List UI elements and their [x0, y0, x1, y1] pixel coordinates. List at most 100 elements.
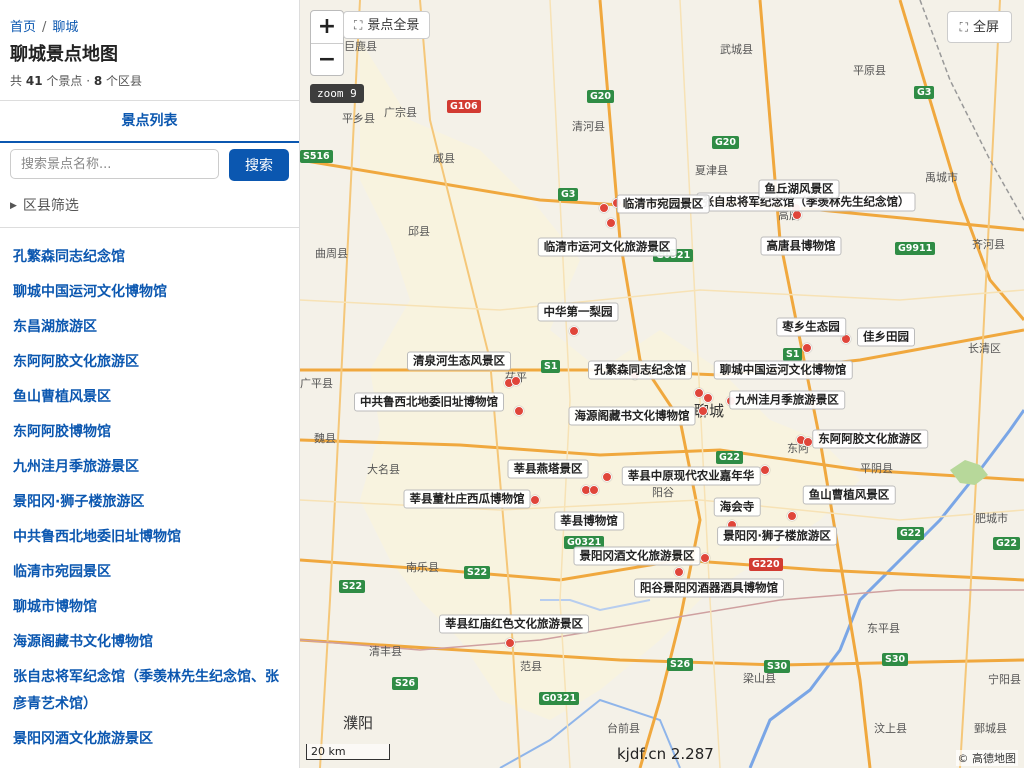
- list-item[interactable]: 中共鲁西北地委旧址博物馆: [0, 524, 299, 551]
- poi-label[interactable]: 莘县董杜庄西瓜博物馆: [403, 489, 531, 509]
- zoom-in-button[interactable]: +: [311, 11, 343, 43]
- list-item[interactable]: 景阳冈酒文化旅游景区: [0, 726, 299, 753]
- poi-marker[interactable]: [569, 326, 579, 336]
- breadcrumb-home-link[interactable]: 首页: [10, 20, 36, 35]
- overview-button[interactable]: ⛶ 景点全景: [343, 11, 431, 39]
- fullscreen-button-label: 全屏: [972, 20, 999, 35]
- poi-marker[interactable]: [514, 406, 524, 416]
- tab-bar: 景点列表: [0, 100, 299, 143]
- road-shield: G20: [712, 136, 740, 149]
- poi-marker[interactable]: [599, 203, 609, 213]
- poi-marker[interactable]: [511, 376, 521, 386]
- poi-label[interactable]: 佳乡田园: [857, 327, 915, 347]
- district-filter-toggle[interactable]: ▶ 区县筛选: [10, 195, 79, 215]
- search-button[interactable]: 搜索: [229, 149, 289, 181]
- road-shield: G3: [558, 188, 579, 201]
- poi-label[interactable]: 海源阁藏书文化博物馆: [568, 406, 696, 426]
- poi-marker[interactable]: [602, 472, 612, 482]
- poi-label[interactable]: 聊城中国运河文化博物馆: [713, 360, 853, 380]
- road-shield: G220: [749, 558, 783, 571]
- expand-icon: ⛶: [354, 18, 363, 32]
- road-shield: S1: [783, 348, 803, 361]
- list-item[interactable]: 东昌湖旅游区: [0, 314, 299, 341]
- place-name: 东平县: [867, 622, 900, 635]
- road-shield: G20: [587, 90, 615, 103]
- place-name: 宁阳县: [988, 673, 1021, 686]
- place-name: 大名县: [367, 463, 400, 476]
- tab-spot-list[interactable]: 景点列表: [0, 101, 299, 141]
- poi-label[interactable]: 临清市宛园景区: [616, 194, 710, 214]
- road-shield: S22: [464, 566, 491, 579]
- breadcrumb-current-link[interactable]: 聊城: [52, 20, 78, 35]
- list-item[interactable]: 九州洼月季旅游景区: [0, 454, 299, 481]
- breadcrumb-separator: /: [42, 20, 47, 35]
- place-name: 平原县: [853, 64, 886, 77]
- zoom-out-button[interactable]: −: [311, 43, 343, 76]
- poi-marker[interactable]: [792, 210, 802, 220]
- spot-list: 孔繁森同志纪念馆 聊城中国运河文化博物馆 东昌湖旅游区 东阿阿胶文化旅游区 鱼山…: [0, 244, 299, 761]
- poi-marker[interactable]: [787, 511, 797, 521]
- list-item[interactable]: 鱼山曹植风景区: [0, 384, 299, 411]
- place-name: 肥城市: [975, 512, 1008, 525]
- poi-label[interactable]: 临清市运河文化旅游景区: [537, 237, 677, 257]
- poi-marker[interactable]: [530, 495, 540, 505]
- zoom-control: + −: [310, 10, 344, 76]
- list-item[interactable]: 临清市宛园景区: [0, 559, 299, 586]
- list-item[interactable]: 张自忠将军纪念馆（季羡林先生纪念馆、张彦青艺术馆）: [0, 664, 299, 718]
- poi-label[interactable]: 清泉河生态风景区: [407, 351, 511, 371]
- spots-unit: 个景点 ·: [46, 74, 91, 88]
- poi-label[interactable]: 莘县燕塔景区: [507, 459, 589, 479]
- poi-label[interactable]: 中共鲁西北地委旧址博物馆: [354, 392, 504, 412]
- road-shield: S30: [764, 660, 791, 673]
- poi-label[interactable]: 东阿阿胶文化旅游区: [812, 429, 928, 449]
- poi-label[interactable]: 高唐县博物馆: [760, 236, 842, 256]
- spots-count: 41: [25, 74, 43, 88]
- poi-label[interactable]: 中华第一梨园: [537, 302, 619, 322]
- poi-label[interactable]: 鱼丘湖风景区: [758, 179, 840, 199]
- place-name: 南乐县: [406, 561, 439, 574]
- search-input[interactable]: [10, 149, 219, 179]
- poi-label[interactable]: 枣乡生态园: [776, 317, 846, 337]
- stats-prefix: 共: [10, 74, 23, 88]
- divider: [0, 227, 299, 228]
- poi-label[interactable]: 莘县中原现代农业嘉年华: [621, 466, 761, 486]
- poi-label[interactable]: 景阳冈酒文化旅游景区: [573, 546, 701, 566]
- poi-marker[interactable]: [703, 393, 713, 403]
- list-item[interactable]: 东阿阿胶博物馆: [0, 419, 299, 446]
- list-item[interactable]: 景阳冈·狮子楼旅游区: [0, 489, 299, 516]
- map-copyright: © 高德地图: [955, 750, 1018, 766]
- place-name: 曲周县: [315, 247, 348, 260]
- poi-marker[interactable]: [760, 465, 770, 475]
- road-shield: S26: [392, 677, 419, 690]
- poi-label[interactable]: 九州洼月季旅游景区: [729, 390, 845, 410]
- poi-marker[interactable]: [700, 553, 710, 563]
- poi-marker[interactable]: [589, 485, 599, 495]
- poi-label[interactable]: 莘县博物馆: [554, 511, 624, 531]
- poi-label[interactable]: 鱼山曹植风景区: [802, 485, 896, 505]
- list-item[interactable]: 孔繁森同志纪念馆: [0, 244, 299, 271]
- list-item[interactable]: 聊城市博物馆: [0, 594, 299, 621]
- place-name: 清丰县: [369, 645, 402, 658]
- place-name: 巨鹿县: [344, 40, 377, 53]
- place-name: 鄄城县: [974, 722, 1007, 735]
- poi-marker[interactable]: [674, 567, 684, 577]
- poi-marker[interactable]: [606, 218, 616, 228]
- place-name: 清河县: [572, 120, 605, 133]
- poi-marker[interactable]: [505, 638, 515, 648]
- list-item[interactable]: 东阿阿胶文化旅游区: [0, 349, 299, 376]
- poi-label[interactable]: 阳谷景阳冈酒器酒具博物馆: [634, 578, 784, 598]
- map-canvas[interactable]: 巨鹿县 武城县 平原县 平乡县 广宗县 清河县 威县 夏津县 禹城市 邱县 高唐…: [300, 0, 1024, 768]
- poi-marker[interactable]: [802, 343, 812, 353]
- poi-label[interactable]: 景阳冈·狮子楼旅游区: [717, 526, 837, 546]
- poi-label[interactable]: 莘县红庙红色文化旅游景区: [439, 614, 589, 634]
- fullscreen-button[interactable]: ⛶ 全屏: [946, 11, 1012, 43]
- list-item[interactable]: 聊城中国运河文化博物馆: [0, 279, 299, 306]
- place-name-city: 濮阳: [343, 714, 374, 732]
- poi-marker[interactable]: [698, 406, 708, 416]
- place-name: 邱县: [408, 225, 430, 238]
- list-item[interactable]: 海源阁藏书文化博物馆: [0, 629, 299, 656]
- road-shield: G22: [993, 537, 1021, 550]
- road-shield: G3: [914, 86, 935, 99]
- poi-label[interactable]: 孔繁森同志纪念馆: [588, 360, 692, 380]
- poi-label[interactable]: 海会寺: [713, 497, 761, 517]
